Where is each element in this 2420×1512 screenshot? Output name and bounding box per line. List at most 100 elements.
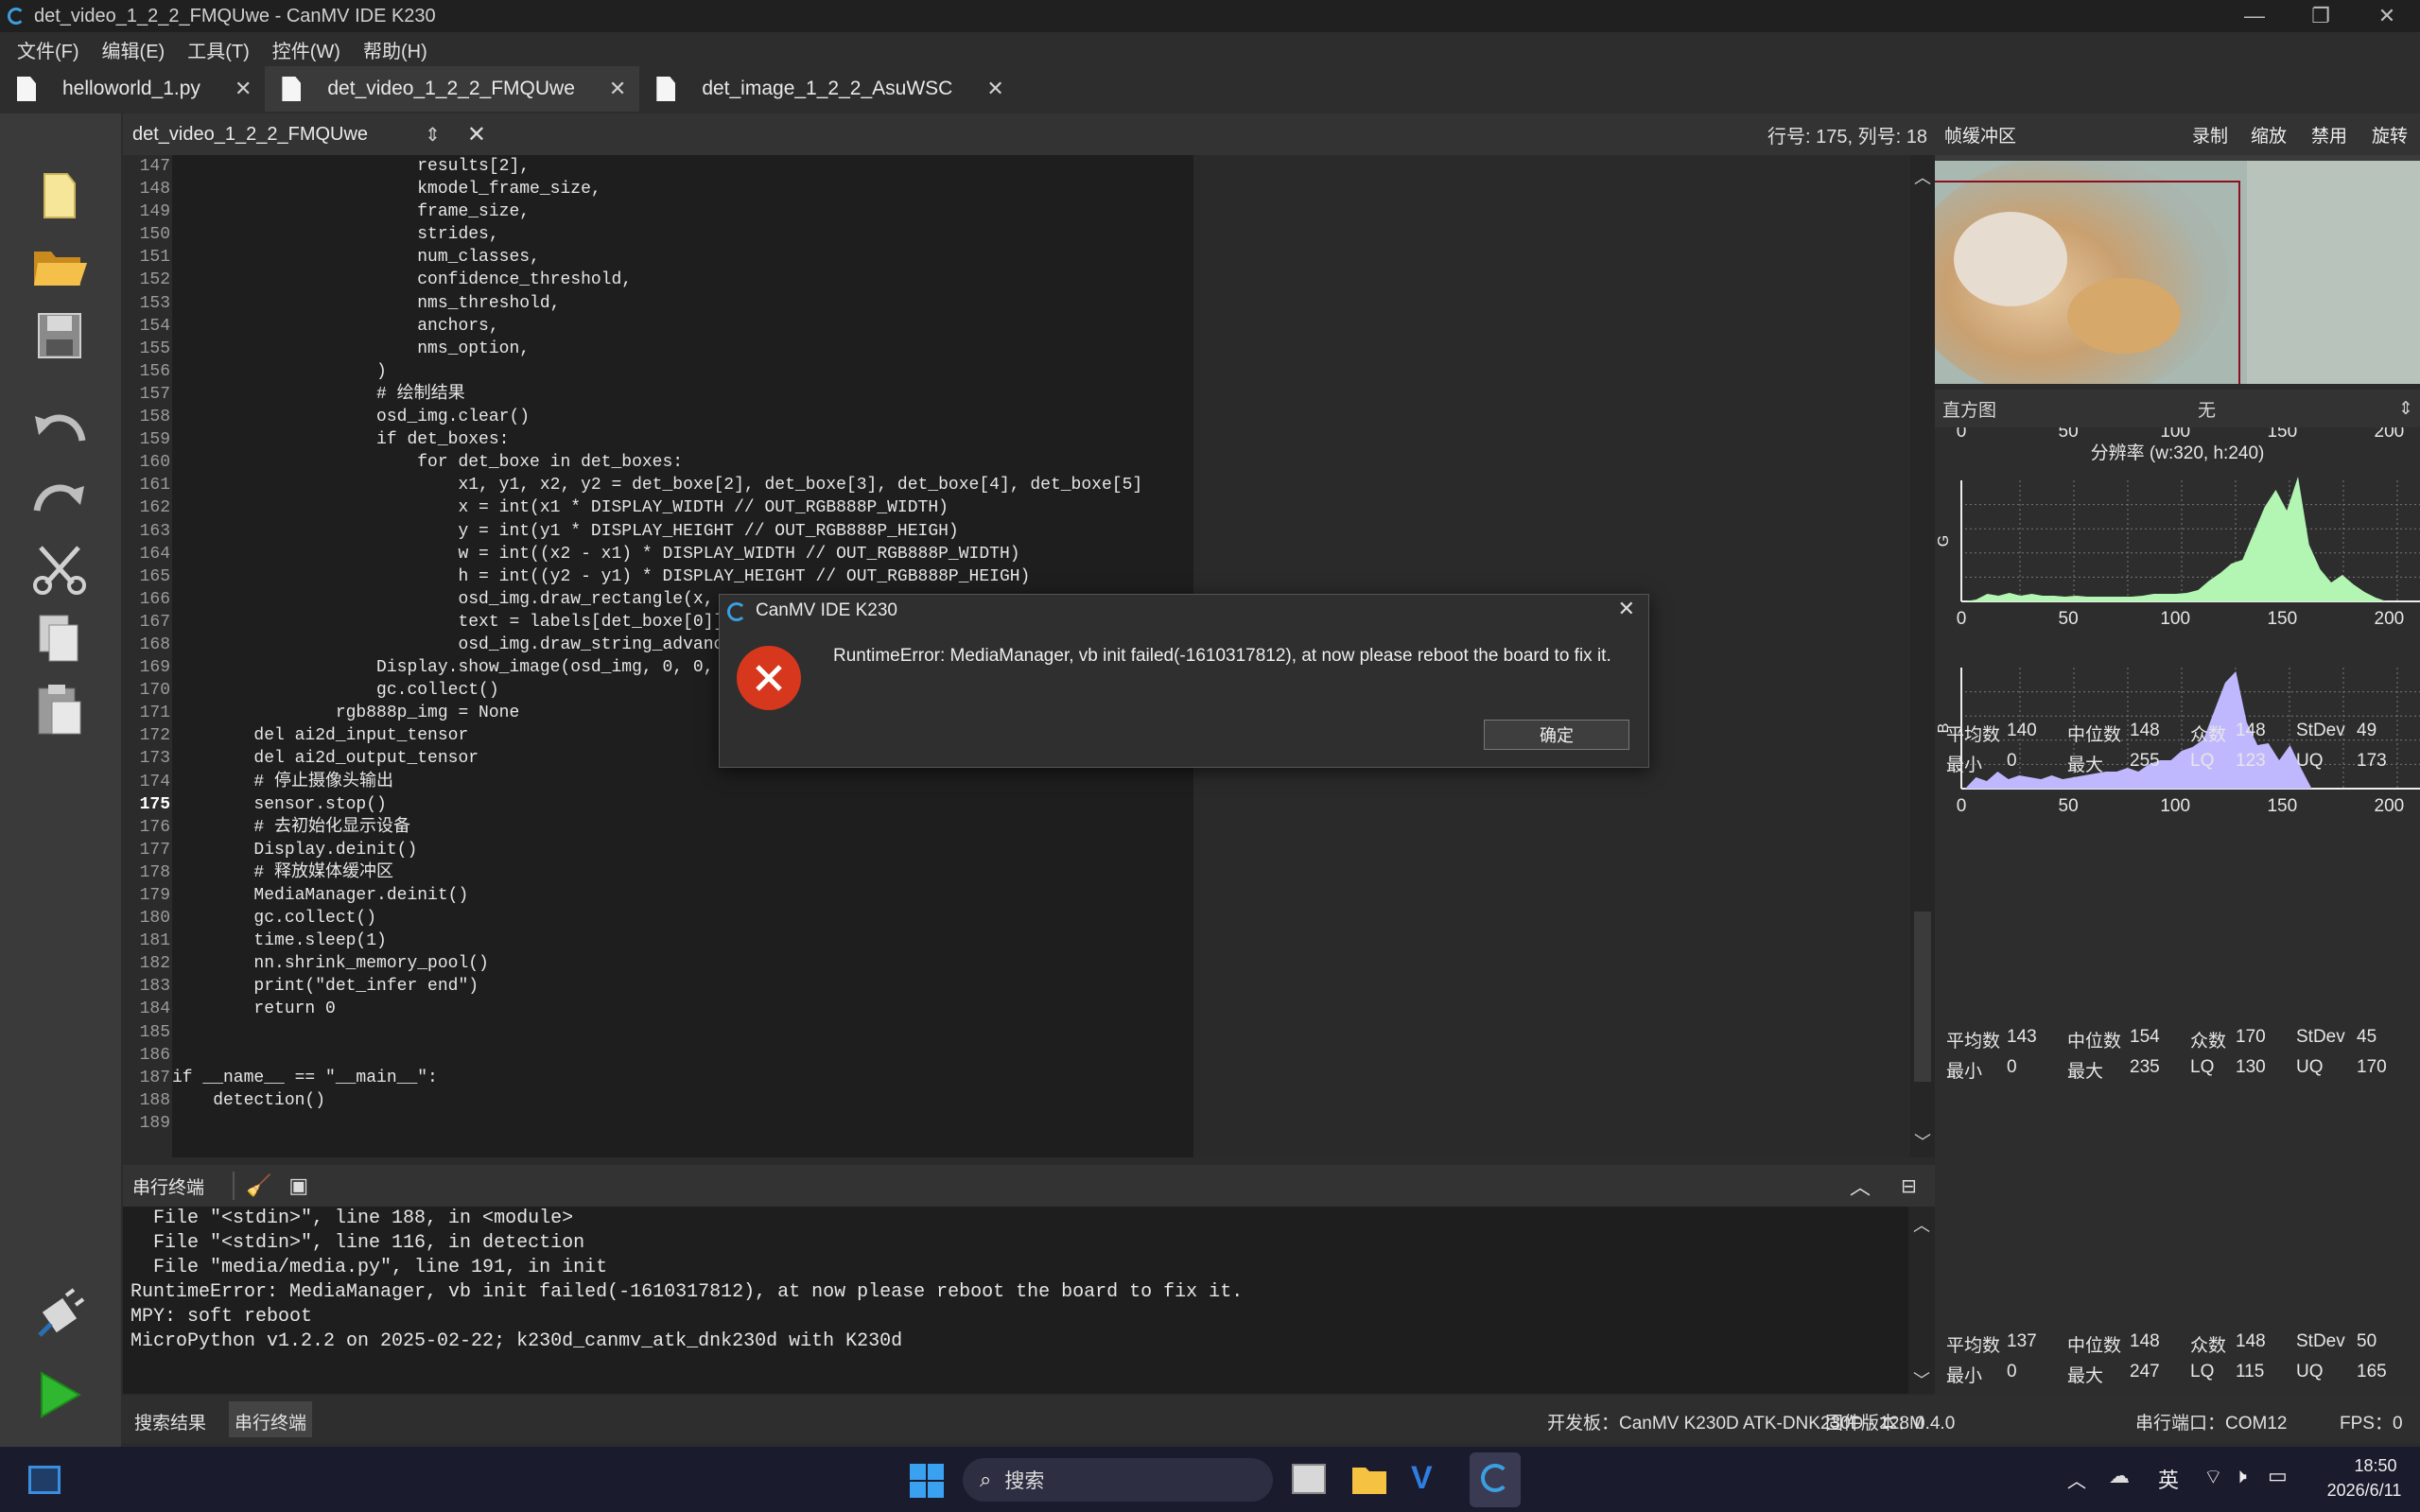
- redo-icon[interactable]: [26, 467, 93, 526]
- menu-edit[interactable]: 编辑(E): [102, 36, 165, 63]
- battery-icon[interactable]: ▭: [2268, 1464, 2288, 1488]
- widgets-icon[interactable]: [28, 1466, 61, 1494]
- open-folder-icon[interactable]: [26, 236, 93, 295]
- scroll-down-icon[interactable]: ﹀: [1913, 1367, 1930, 1392]
- terminal-line: MicroPython v1.2.2 on 2025-02-22; k230d_…: [131, 1330, 903, 1352]
- code-line: osd_img.clear(): [172, 408, 531, 427]
- ok-button[interactable]: 确定: [1484, 720, 1629, 750]
- terminal-line: File "<stdin>", line 116, in detection: [131, 1232, 585, 1254]
- code-line: x = int(x1 * DISPLAY_WIDTH // OUT_RGB888…: [172, 498, 949, 518]
- line-number: 171: [139, 704, 170, 723]
- line-number: 158: [139, 408, 170, 427]
- run-play-icon[interactable]: [26, 1365, 93, 1424]
- code-line: gc.collect(): [172, 909, 377, 929]
- code-line: results[2],: [172, 157, 531, 176]
- terminal-scrollbar[interactable]: ︿ ﹀: [1908, 1207, 1935, 1394]
- title-bar: det_video_1_2_2_FMQUwe - CanMV IDE K230 …: [0, 0, 2420, 32]
- histogram-title: 直方图: [1942, 400, 1997, 421]
- tab-helloworld[interactable]: helloworld_1.py ✕: [0, 66, 265, 112]
- scrollbar-thumb[interactable]: [1914, 912, 1931, 1082]
- close-tab-icon[interactable]: ✕: [235, 77, 252, 101]
- menu-tools[interactable]: 工具(T): [187, 36, 250, 63]
- undo-icon[interactable]: [26, 397, 93, 456]
- cloud-icon[interactable]: ☁: [2109, 1464, 2130, 1488]
- code-line: h = int((y2 - y1) * DISPLAY_HEIGHT // OU…: [172, 566, 1031, 586]
- channel-label: G: [1936, 535, 1952, 547]
- editor-file-name[interactable]: det_video_1_2_2_FMQUwe: [132, 124, 368, 146]
- record-button[interactable]: 录制: [2192, 122, 2228, 148]
- stat-label: 最小: [1946, 1366, 1983, 1386]
- disable-button[interactable]: 禁用: [2311, 122, 2347, 148]
- serial-terminal[interactable]: File "<stdin>", line 188, in <module> Fi…: [123, 1207, 1908, 1394]
- search-icon: ⌕: [980, 1468, 992, 1491]
- dialog-message: RuntimeError: MediaManager, vb init fail…: [833, 646, 1611, 666]
- task-view-icon[interactable]: [1292, 1464, 1326, 1494]
- collapse-panel-icon[interactable]: ⊟: [1901, 1174, 1917, 1198]
- save-log-icon[interactable]: ▣: [288, 1173, 308, 1198]
- clock-date[interactable]: 2026/6/11: [2315, 1481, 2413, 1501]
- menu-help[interactable]: 帮助(H): [363, 36, 427, 63]
- editor-scrollbar[interactable]: ︿ ﹀: [1910, 155, 1935, 1157]
- stat-label: UQ: [2296, 1057, 2324, 1077]
- stat-value: 173: [2357, 751, 2387, 771]
- ime-indicator[interactable]: 英: [2158, 1464, 2179, 1494]
- connect-plug-icon[interactable]: [26, 1286, 93, 1345]
- stat-label: UQ: [2296, 751, 2324, 771]
- select-arrows-icon[interactable]: ⇕: [2398, 398, 2413, 420]
- menu-file[interactable]: 文件(F): [17, 36, 79, 63]
- volume-muted-icon[interactable]: 🕨: [2234, 1464, 2247, 1488]
- scroll-up-icon[interactable]: ︿: [1913, 1212, 1930, 1237]
- minimize-button[interactable]: —: [2221, 0, 2288, 32]
- code-line: # 绘制结果: [172, 384, 465, 404]
- x-tick-label: 150: [2267, 427, 2297, 442]
- taskbar-search-box[interactable]: ⌕ 搜索: [963, 1458, 1273, 1502]
- clock-time[interactable]: 18:50: [2338, 1456, 2413, 1476]
- code-line: # 释放媒体缓冲区: [172, 862, 394, 882]
- cursor-position: 行号: 175, 列号: 18: [1767, 126, 1927, 148]
- dialog-close-icon[interactable]: ✕: [1618, 597, 1635, 621]
- save-icon[interactable]: [26, 306, 93, 365]
- line-number: 169: [139, 658, 170, 678]
- start-windows-icon[interactable]: [908, 1462, 946, 1500]
- line-number: 149: [139, 202, 170, 222]
- close-editor-icon[interactable]: ✕: [467, 121, 486, 148]
- line-number: 166: [139, 589, 170, 609]
- stat-value: 148: [2236, 721, 2266, 740]
- maximize-button[interactable]: ❐: [2288, 0, 2354, 32]
- zoom-button[interactable]: 缩放: [2251, 122, 2287, 148]
- scroll-up-icon[interactable]: ︿: [1914, 165, 1931, 189]
- tray-expand-icon[interactable]: ︿: [2067, 1466, 2086, 1493]
- scroll-down-icon[interactable]: ﹀: [1914, 1129, 1931, 1154]
- line-number-gutter: 147 148 149 150 151 152 153 154 155 156 157 158 159 1…: [123, 155, 170, 1157]
- histogram-mode-select[interactable]: 无: [2198, 396, 2216, 422]
- close-tab-icon[interactable]: ✕: [986, 77, 1003, 101]
- stat-value: 235: [2130, 1057, 2160, 1077]
- file-explorer-icon[interactable]: [1350, 1462, 1388, 1496]
- code-line: print("det_infer end"): [172, 977, 479, 997]
- close-window-button[interactable]: ✕: [2354, 0, 2420, 32]
- file-switch-arrows-icon[interactable]: ⇕: [425, 123, 441, 147]
- line-number: 165: [139, 566, 170, 586]
- code-line: w = int((x2 - x1) * DISPLAY_WIDTH // OUT…: [172, 544, 1020, 564]
- expand-up-icon[interactable]: ︿: [1850, 1171, 1871, 1201]
- menu-widgets[interactable]: 控件(W): [272, 36, 340, 63]
- stat-value: 255: [2130, 751, 2160, 771]
- clear-terminal-icon[interactable]: 🧹: [246, 1173, 271, 1198]
- rotate-button[interactable]: 旋转: [2372, 122, 2408, 148]
- vscode-icon[interactable]: V: [1411, 1460, 1449, 1498]
- tab-det-video[interactable]: det_video_1_2_2_FMQUwe ✕: [265, 66, 640, 112]
- tab-search-results[interactable]: 搜索结果: [134, 1409, 206, 1434]
- tab-serial-terminal[interactable]: 串行终端: [229, 1401, 313, 1437]
- x-tick-label: 0: [1957, 609, 1967, 629]
- close-tab-icon[interactable]: ✕: [609, 77, 626, 101]
- paste-icon[interactable]: [26, 681, 93, 739]
- cut-icon[interactable]: [26, 539, 93, 598]
- line-number: 156: [139, 361, 170, 381]
- canmv-ide-taskbar-icon[interactable]: [1470, 1452, 1521, 1507]
- copy-icon[interactable]: [26, 609, 93, 668]
- x-tick-label: 50: [2059, 427, 2079, 442]
- wifi-icon[interactable]: ⌔: [2203, 1464, 2223, 1490]
- stat-label: StDev: [2296, 1027, 2345, 1047]
- new-file-icon[interactable]: [26, 166, 93, 225]
- tab-det-image[interactable]: det_image_1_2_2_AsuWSC ✕: [639, 66, 1017, 112]
